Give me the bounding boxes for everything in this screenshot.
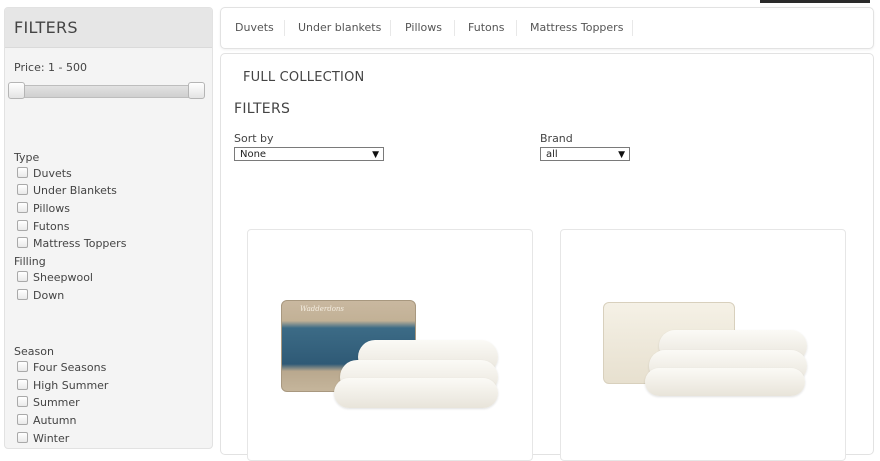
nav-divider xyxy=(516,20,517,36)
checkbox[interactable] xyxy=(17,184,28,195)
product-image-duvet-with-bag[interactable]: Wadderdons xyxy=(278,298,503,413)
filter-group-type-title: Type xyxy=(14,151,40,164)
filter-option-autumn[interactable]: Autumn xyxy=(17,414,76,428)
nav-link-pillows[interactable]: Pillows xyxy=(405,8,442,48)
product-image-duvet-with-bag[interactable] xyxy=(601,298,816,413)
checkbox[interactable] xyxy=(17,414,28,425)
checkbox[interactable] xyxy=(17,289,28,300)
filter-group-season-title: Season xyxy=(14,345,54,358)
nav-link-duvets[interactable]: Duvets xyxy=(235,8,274,48)
brand-select[interactable]: all ▼ xyxy=(540,147,630,161)
price-slider-track[interactable] xyxy=(13,85,205,98)
top-bar-fragment xyxy=(760,0,870,3)
filter-option-pillows[interactable]: Pillows xyxy=(17,202,70,216)
filter-option-four-seasons[interactable]: Four Seasons xyxy=(17,361,106,375)
sidebar-title: FILTERS xyxy=(5,8,212,48)
price-range-label: Price: 1 - 500 xyxy=(14,61,87,74)
category-nav: Duvets Under blankets Pillows Futons Mat… xyxy=(220,7,874,49)
filter-option-summer[interactable]: Summer xyxy=(17,396,80,410)
filter-option-under-blankets[interactable]: Under Blankets xyxy=(17,184,117,198)
sort-by-select[interactable]: None ▼ xyxy=(234,147,384,161)
product-listing-panel: FULL COLLECTION FILTERS Sort by None ▼ B… xyxy=(220,53,874,461)
checkbox[interactable] xyxy=(17,271,28,282)
filter-option-high-summer[interactable]: High Summer xyxy=(17,379,108,393)
price-slider-max-handle[interactable] xyxy=(188,82,205,99)
nav-divider xyxy=(454,20,455,36)
duvet-fold xyxy=(645,368,805,396)
checkbox[interactable] xyxy=(17,167,28,178)
nav-divider xyxy=(390,20,391,36)
checkbox[interactable] xyxy=(17,379,28,390)
filter-group-filling-title: Filling xyxy=(14,255,46,268)
checkbox[interactable] xyxy=(17,220,28,231)
filter-option-sheepwool[interactable]: Sheepwool xyxy=(17,271,93,285)
collection-title: FULL COLLECTION xyxy=(243,70,365,85)
checkbox[interactable] xyxy=(17,432,28,443)
checkbox[interactable] xyxy=(17,237,28,248)
filter-option-duvets[interactable]: Duvets xyxy=(17,167,72,181)
nav-link-under-blankets[interactable]: Under blankets xyxy=(298,8,381,48)
filter-option-mattress-toppers[interactable]: Mattress Toppers xyxy=(17,237,126,251)
brand-label: Brand xyxy=(540,132,573,145)
product-card[interactable]: Wadderdons xyxy=(247,229,533,461)
product-card[interactable] xyxy=(560,229,846,461)
checkbox[interactable] xyxy=(17,361,28,372)
nav-link-futons[interactable]: Futons xyxy=(468,8,504,48)
dropdown-arrow-icon: ▼ xyxy=(372,150,379,160)
checkbox[interactable] xyxy=(17,396,28,407)
dropdown-arrow-icon: ▼ xyxy=(618,150,625,160)
price-slider-min-handle[interactable] xyxy=(8,82,25,99)
filter-sidebar: FILTERS Price: 1 - 500 Type Duvets Under… xyxy=(4,7,213,449)
bag-brand-label: Wadderdons xyxy=(300,305,345,313)
nav-link-mattress-toppers[interactable]: Mattress Toppers xyxy=(530,8,623,48)
duvet-fold xyxy=(334,378,498,408)
sort-by-label: Sort by xyxy=(234,132,274,145)
filter-option-winter[interactable]: Winter xyxy=(17,432,69,446)
filters-heading: FILTERS xyxy=(234,101,291,117)
filter-option-down[interactable]: Down xyxy=(17,289,64,303)
nav-divider xyxy=(284,20,285,36)
checkbox[interactable] xyxy=(17,202,28,213)
nav-divider xyxy=(632,20,633,36)
filter-option-futons[interactable]: Futons xyxy=(17,220,69,234)
